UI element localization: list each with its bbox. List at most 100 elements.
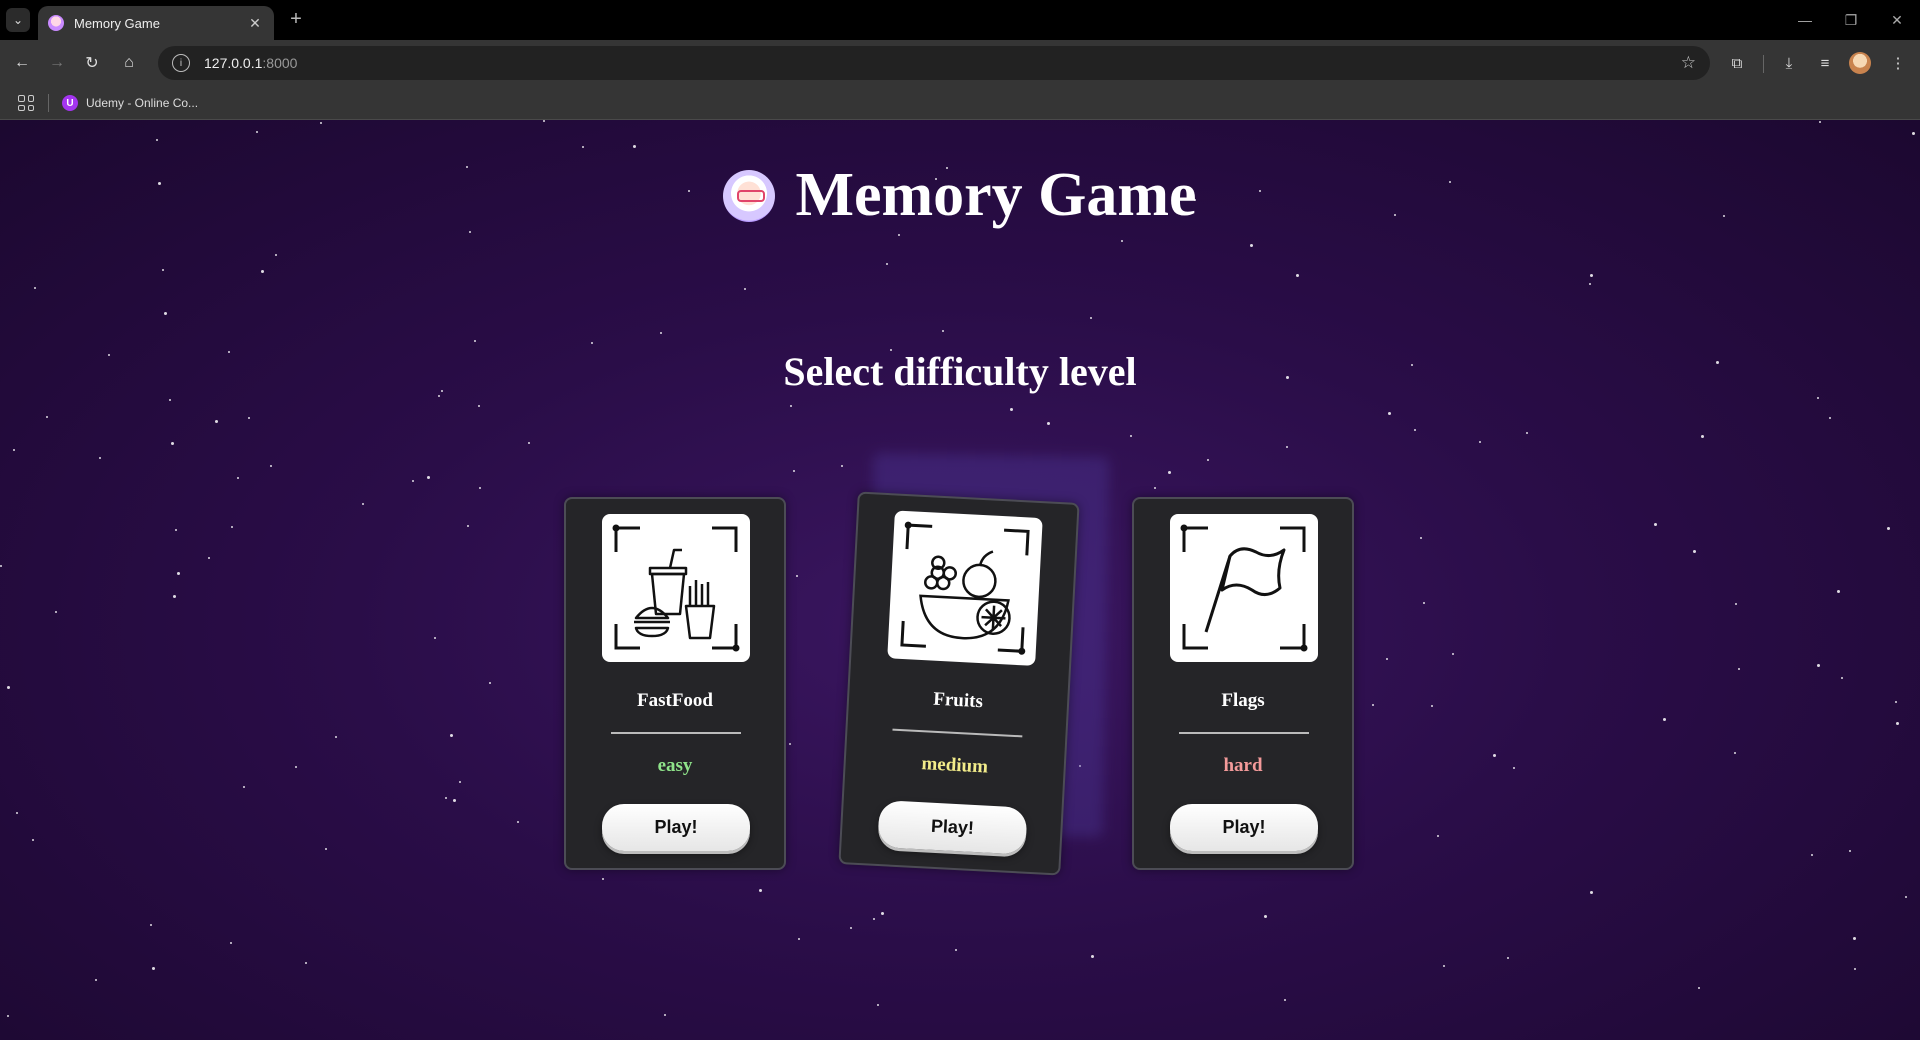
url-host: 127.0.0.1 (204, 55, 263, 71)
star-dot (1837, 590, 1840, 593)
star-dot (1493, 754, 1496, 757)
new-tab-icon[interactable]: + (284, 8, 308, 32)
star-dot (162, 269, 164, 271)
bookmarks-bar: U Udemy - Online Co... (0, 86, 1920, 120)
card-divider (892, 728, 1023, 738)
browser-tabbar: ⌄ Memory Game ✕ + — ❐ ✕ (0, 0, 1920, 40)
star-dot (796, 575, 798, 577)
card-flags[interactable]: Flags hard Play! (1132, 497, 1354, 870)
star-dot (275, 254, 277, 256)
site-info-icon[interactable]: i (172, 54, 190, 72)
star-dot (1091, 955, 1094, 958)
star-dot (150, 924, 152, 926)
card-fruits[interactable]: Fruits medium Play! (838, 491, 1080, 876)
media-control-icon[interactable]: ≡ (1813, 51, 1837, 75)
reload-icon[interactable]: ↻ (80, 51, 104, 75)
star-dot (7, 686, 10, 689)
star-dot (177, 572, 180, 575)
star-dot (1654, 523, 1657, 526)
star-dot (664, 1014, 666, 1016)
bookmark-star-icon[interactable]: ☆ (1681, 53, 1696, 73)
star-dot (1589, 283, 1591, 285)
card-difficulty: easy (657, 755, 693, 776)
bookmark-udemy[interactable]: U Udemy - Online Co... (62, 93, 198, 113)
star-dot (230, 942, 232, 944)
flag-icon (1170, 514, 1318, 662)
star-dot (1423, 602, 1425, 604)
bookmark-label: Udemy - Online Co... (86, 96, 199, 110)
minimize-icon[interactable]: — (1782, 0, 1828, 40)
star-dot (660, 332, 662, 334)
star-dot (1817, 664, 1820, 667)
star-dot (517, 821, 519, 823)
star-dot (248, 417, 250, 419)
window-controls: — ❐ ✕ (1782, 0, 1920, 40)
star-dot (0, 565, 2, 567)
star-dot (1121, 240, 1123, 242)
star-dot (759, 889, 762, 892)
star-dot (1663, 718, 1666, 721)
star-dot (34, 287, 36, 289)
tab-search-icon[interactable]: ⌄ (6, 8, 30, 32)
star-dot (16, 812, 18, 814)
forward-icon[interactable]: → (45, 51, 69, 75)
star-dot (438, 395, 440, 397)
star-dot (1286, 446, 1288, 448)
home-icon[interactable]: ⌂ (117, 51, 141, 75)
star-dot (32, 839, 34, 841)
star-dot (1443, 965, 1445, 967)
star-dot (881, 912, 884, 915)
page-content: Memory Game Select difficulty level Fast… (0, 120, 1920, 1040)
star-dot (1698, 987, 1700, 989)
card-divider (1179, 732, 1309, 734)
star-dot (478, 405, 480, 407)
star-dot (261, 270, 264, 273)
star-dot (237, 477, 239, 479)
apps-grid-icon[interactable] (18, 95, 34, 111)
star-dot (1090, 317, 1092, 319)
star-dot (459, 781, 461, 783)
star-dot (1414, 429, 1416, 431)
bookmarks-divider (48, 94, 49, 112)
star-dot (99, 457, 101, 459)
extensions-icon[interactable]: ⧉ (1725, 51, 1749, 75)
star-dot (1693, 550, 1696, 553)
browser-tab[interactable]: Memory Game ✕ (38, 6, 274, 40)
menu-icon[interactable]: ⋮ (1886, 51, 1910, 75)
download-icon[interactable]: ⤓ (1777, 51, 1801, 75)
star-dot (1264, 915, 1267, 918)
star-dot (1841, 677, 1843, 679)
close-window-icon[interactable]: ✕ (1874, 0, 1920, 40)
star-dot (1130, 435, 1132, 437)
star-dot (1372, 704, 1374, 706)
tab-title: Memory Game (74, 15, 160, 31)
card-fastfood[interactable]: FastFood easy Play! (564, 497, 786, 870)
star-dot (841, 465, 843, 467)
star-dot (434, 637, 436, 639)
browser-toolbar: ← → ↻ ⌂ i 127.0.0.1:8000 ☆ ⧉ ⤓ ≡ ⋮ (0, 40, 1920, 86)
restore-icon[interactable]: ❐ (1828, 0, 1874, 40)
star-dot (256, 131, 258, 133)
profile-avatar[interactable] (1849, 52, 1871, 74)
star-dot (528, 442, 530, 444)
star-dot (1010, 408, 1013, 411)
star-dot (1388, 412, 1391, 415)
address-bar[interactable]: i 127.0.0.1:8000 ☆ (158, 46, 1710, 80)
play-button[interactable]: Play! (877, 800, 1028, 855)
star-dot (1896, 722, 1899, 725)
star-dot (789, 743, 791, 745)
play-button[interactable]: Play! (1170, 804, 1318, 851)
star-dot (453, 799, 456, 802)
star-dot (215, 420, 218, 423)
star-dot (1590, 274, 1593, 277)
star-dot (479, 487, 481, 489)
card-title: FastFood (637, 690, 713, 711)
close-tab-icon[interactable]: ✕ (246, 15, 264, 32)
star-dot (942, 330, 944, 332)
star-dot (1386, 658, 1388, 660)
play-button[interactable]: Play! (602, 804, 750, 851)
star-dot (467, 525, 469, 527)
back-icon[interactable]: ← (10, 51, 34, 75)
star-dot (164, 312, 167, 315)
star-dot (1590, 891, 1593, 894)
